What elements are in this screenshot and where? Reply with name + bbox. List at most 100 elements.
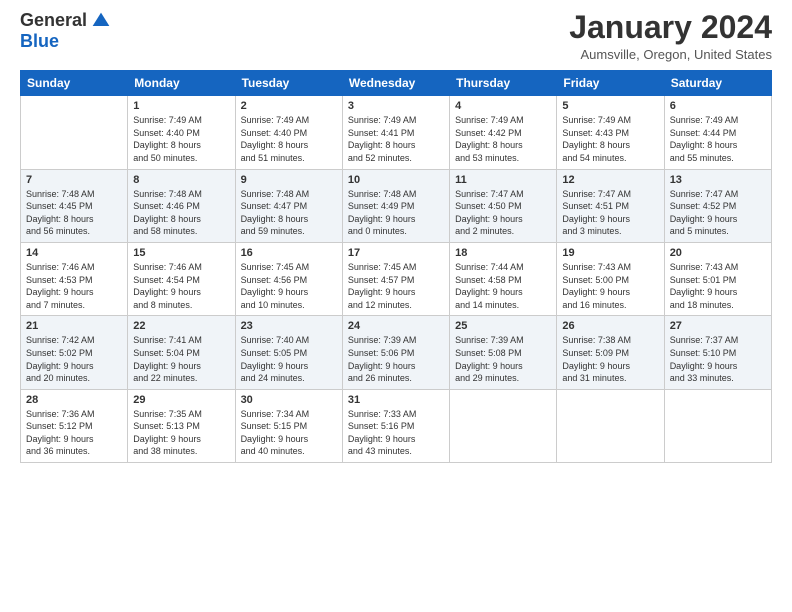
day-number: 14 — [26, 247, 122, 259]
day-info: Sunrise: 7:36 AM Sunset: 5:12 PM Dayligh… — [26, 408, 122, 458]
day-info: Sunrise: 7:39 AM Sunset: 5:08 PM Dayligh… — [455, 334, 551, 384]
day-number: 31 — [348, 394, 444, 406]
day-number: 29 — [133, 394, 229, 406]
week-row-3: 14 Sunrise: 7:46 AM Sunset: 4:53 PM Dayli… — [21, 242, 772, 315]
header-cell-friday: Friday — [557, 71, 664, 96]
day-number: 7 — [26, 174, 122, 186]
day-info: Sunrise: 7:49 AM Sunset: 4:40 PM Dayligh… — [133, 114, 229, 164]
day-cell: 28 Sunrise: 7:36 AM Sunset: 5:12 PM Dayli… — [21, 389, 128, 462]
day-cell: 5 Sunrise: 7:49 AM Sunset: 4:43 PM Daylig… — [557, 96, 664, 169]
day-cell: 20 Sunrise: 7:43 AM Sunset: 5:01 PM Dayli… — [664, 242, 771, 315]
day-number: 15 — [133, 247, 229, 259]
logo-blue-text: Blue — [20, 31, 59, 52]
day-number: 28 — [26, 394, 122, 406]
day-info: Sunrise: 7:45 AM Sunset: 4:57 PM Dayligh… — [348, 261, 444, 311]
day-cell: 9 Sunrise: 7:48 AM Sunset: 4:47 PM Daylig… — [235, 169, 342, 242]
day-info: Sunrise: 7:47 AM Sunset: 4:50 PM Dayligh… — [455, 188, 551, 238]
day-number: 20 — [670, 247, 766, 259]
day-cell — [450, 389, 557, 462]
day-info: Sunrise: 7:49 AM Sunset: 4:44 PM Dayligh… — [670, 114, 766, 164]
week-row-4: 21Sunrise: 7:42 AM Sunset: 5:02 PM Dayli… — [21, 316, 772, 389]
day-cell: 17 Sunrise: 7:45 AM Sunset: 4:57 PM Dayli… — [342, 242, 449, 315]
day-cell: 26Sunrise: 7:38 AM Sunset: 5:09 PM Dayli… — [557, 316, 664, 389]
header-cell-wednesday: Wednesday — [342, 71, 449, 96]
day-number: 22 — [133, 320, 229, 332]
month-title: January 2024 — [569, 10, 772, 45]
header-cell-thursday: Thursday — [450, 71, 557, 96]
day-cell: 19 Sunrise: 7:43 AM Sunset: 5:00 PM Dayli… — [557, 242, 664, 315]
day-info: Sunrise: 7:47 AM Sunset: 4:52 PM Dayligh… — [670, 188, 766, 238]
header-cell-sunday: Sunday — [21, 71, 128, 96]
day-number: 3 — [348, 100, 444, 112]
day-number: 27 — [670, 320, 766, 332]
day-number: 16 — [241, 247, 337, 259]
day-cell: 6 Sunrise: 7:49 AM Sunset: 4:44 PM Daylig… — [664, 96, 771, 169]
logo: General Blue — [20, 10, 111, 52]
day-info: Sunrise: 7:49 AM Sunset: 4:43 PM Dayligh… — [562, 114, 658, 164]
day-cell: 16 Sunrise: 7:45 AM Sunset: 4:56 PM Dayli… — [235, 242, 342, 315]
day-number: 8 — [133, 174, 229, 186]
week-row-5: 28 Sunrise: 7:36 AM Sunset: 5:12 PM Dayli… — [21, 389, 772, 462]
day-info: Sunrise: 7:34 AM Sunset: 5:15 PM Dayligh… — [241, 408, 337, 458]
day-info: Sunrise: 7:49 AM Sunset: 4:40 PM Dayligh… — [241, 114, 337, 164]
day-cell: 27 Sunrise: 7:37 AM Sunset: 5:10 PM Dayli… — [664, 316, 771, 389]
day-info: Sunrise: 7:47 AM Sunset: 4:51 PM Dayligh… — [562, 188, 658, 238]
day-cell: 1 Sunrise: 7:49 AM Sunset: 4:40 PM Daylig… — [128, 96, 235, 169]
day-cell: 10 Sunrise: 7:48 AM Sunset: 4:49 PM Dayli… — [342, 169, 449, 242]
day-number: 19 — [562, 247, 658, 259]
day-cell: 30Sunrise: 7:34 AM Sunset: 5:15 PM Dayli… — [235, 389, 342, 462]
day-number: 23 — [241, 320, 337, 332]
day-info: Sunrise: 7:46 AM Sunset: 4:53 PM Dayligh… — [26, 261, 122, 311]
day-info: Sunrise: 7:48 AM Sunset: 4:46 PM Dayligh… — [133, 188, 229, 238]
day-cell: 29 Sunrise: 7:35 AM Sunset: 5:13 PM Dayli… — [128, 389, 235, 462]
day-number: 2 — [241, 100, 337, 112]
day-cell: 4Sunrise: 7:49 AM Sunset: 4:42 PM Daylig… — [450, 96, 557, 169]
header-cell-saturday: Saturday — [664, 71, 771, 96]
day-cell — [557, 389, 664, 462]
week-row-1: 1 Sunrise: 7:49 AM Sunset: 4:40 PM Daylig… — [21, 96, 772, 169]
day-cell: 23 Sunrise: 7:40 AM Sunset: 5:05 PM Dayli… — [235, 316, 342, 389]
day-info: Sunrise: 7:39 AM Sunset: 5:06 PM Dayligh… — [348, 334, 444, 384]
day-cell: 14 Sunrise: 7:46 AM Sunset: 4:53 PM Dayli… — [21, 242, 128, 315]
day-info: Sunrise: 7:42 AM Sunset: 5:02 PM Dayligh… — [26, 334, 122, 384]
day-info: Sunrise: 7:46 AM Sunset: 4:54 PM Dayligh… — [133, 261, 229, 311]
day-info: Sunrise: 7:48 AM Sunset: 4:49 PM Dayligh… — [348, 188, 444, 238]
header-row: SundayMondayTuesdayWednesdayThursdayFrid… — [21, 71, 772, 96]
day-cell: 24 Sunrise: 7:39 AM Sunset: 5:06 PM Dayli… — [342, 316, 449, 389]
day-number: 17 — [348, 247, 444, 259]
day-info: Sunrise: 7:49 AM Sunset: 4:42 PM Dayligh… — [455, 114, 551, 164]
day-cell: 21Sunrise: 7:42 AM Sunset: 5:02 PM Dayli… — [21, 316, 128, 389]
day-cell: 31Sunrise: 7:33 AM Sunset: 5:16 PM Dayli… — [342, 389, 449, 462]
calendar: SundayMondayTuesdayWednesdayThursdayFrid… — [20, 70, 772, 463]
day-cell: 13Sunrise: 7:47 AM Sunset: 4:52 PM Dayli… — [664, 169, 771, 242]
day-number: 6 — [670, 100, 766, 112]
day-cell: 7 Sunrise: 7:48 AM Sunset: 4:45 PM Daylig… — [21, 169, 128, 242]
day-number: 10 — [348, 174, 444, 186]
day-info: Sunrise: 7:48 AM Sunset: 4:45 PM Dayligh… — [26, 188, 122, 238]
day-number: 12 — [562, 174, 658, 186]
day-info: Sunrise: 7:40 AM Sunset: 5:05 PM Dayligh… — [241, 334, 337, 384]
day-number: 26 — [562, 320, 658, 332]
title-block: January 2024 Aumsville, Oregon, United S… — [569, 10, 772, 62]
day-number: 25 — [455, 320, 551, 332]
day-info: Sunrise: 7:35 AM Sunset: 5:13 PM Dayligh… — [133, 408, 229, 458]
day-info: Sunrise: 7:45 AM Sunset: 4:56 PM Dayligh… — [241, 261, 337, 311]
day-cell: 2 Sunrise: 7:49 AM Sunset: 4:40 PM Daylig… — [235, 96, 342, 169]
subtitle: Aumsville, Oregon, United States — [569, 47, 772, 62]
logo-icon — [91, 11, 111, 31]
day-number: 11 — [455, 174, 551, 186]
day-cell: 22Sunrise: 7:41 AM Sunset: 5:04 PM Dayli… — [128, 316, 235, 389]
day-number: 9 — [241, 174, 337, 186]
day-info: Sunrise: 7:48 AM Sunset: 4:47 PM Dayligh… — [241, 188, 337, 238]
day-info: Sunrise: 7:37 AM Sunset: 5:10 PM Dayligh… — [670, 334, 766, 384]
day-cell — [21, 96, 128, 169]
day-number: 1 — [133, 100, 229, 112]
day-number: 24 — [348, 320, 444, 332]
day-number: 5 — [562, 100, 658, 112]
day-cell: 8 Sunrise: 7:48 AM Sunset: 4:46 PM Daylig… — [128, 169, 235, 242]
logo-general-text: General — [20, 10, 87, 31]
day-info: Sunrise: 7:43 AM Sunset: 5:01 PM Dayligh… — [670, 261, 766, 311]
day-info: Sunrise: 7:43 AM Sunset: 5:00 PM Dayligh… — [562, 261, 658, 311]
day-cell: 3Sunrise: 7:49 AM Sunset: 4:41 PM Daylig… — [342, 96, 449, 169]
day-cell: 15 Sunrise: 7:46 AM Sunset: 4:54 PM Dayli… — [128, 242, 235, 315]
